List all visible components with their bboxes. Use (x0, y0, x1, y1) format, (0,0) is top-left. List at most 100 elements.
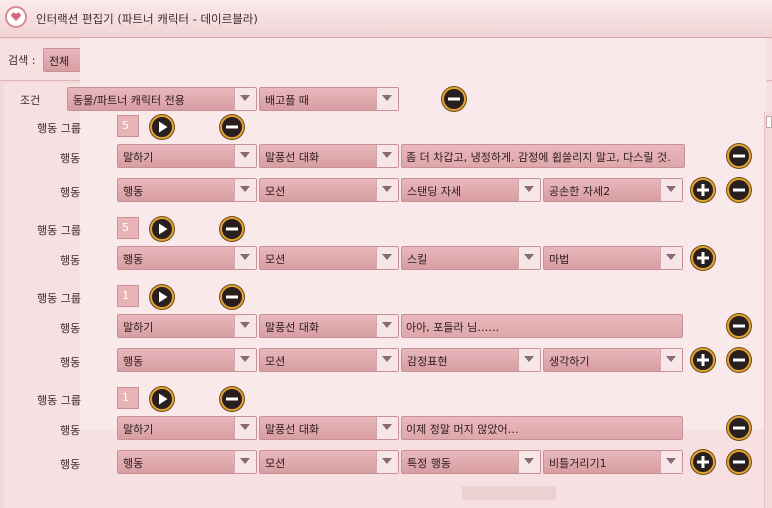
dialogue-text-field[interactable]: 좀 더 차갑고, 냉정하게. 감정에 휩쓸리지 말고, 다스릴 것. (401, 144, 685, 168)
group-count-value: 5 (122, 119, 129, 132)
action-kind-dropdown[interactable]: 말하기 (117, 416, 257, 440)
group-count-field[interactable]: 1 (117, 285, 139, 307)
chevron-down-icon[interactable] (376, 417, 398, 439)
action-label: 행동 (60, 356, 81, 369)
chevron-down-icon[interactable] (234, 349, 256, 371)
chevron-down-icon[interactable] (234, 451, 256, 473)
play-icon (159, 393, 168, 405)
minus-icon (733, 188, 745, 192)
remove-group-button[interactable] (220, 387, 244, 411)
action-sub-dropdown[interactable]: 모션 (259, 348, 399, 372)
motion-category-dropdown-value: 특정 행동 (407, 457, 451, 470)
dialogue-text-field[interactable]: 이제 정말 머지 않았어… (401, 416, 683, 440)
motion-detail-dropdown[interactable]: 생각하기 (543, 348, 683, 372)
chevron-down-icon[interactable] (376, 145, 398, 167)
plus-icon (697, 252, 709, 264)
window-title: 인터랙션 편집기 (파트너 캐릭터 - 데이르블라) (36, 12, 258, 26)
remove-condition-button[interactable] (442, 87, 466, 111)
add-action-button[interactable] (691, 450, 715, 474)
add-action-button[interactable] (691, 246, 715, 270)
action-label: 행동 (60, 322, 81, 335)
motion-detail-dropdown-value: 비틀거리기1 (549, 457, 607, 470)
action-sub-dropdown[interactable]: 모션 (259, 450, 399, 474)
action-group-label: 행동 그룹 (37, 292, 81, 305)
motion-detail-dropdown[interactable]: 공손한 자세2 (543, 178, 683, 202)
action-group-label: 행동 그룹 (37, 394, 81, 407)
motion-category-dropdown[interactable]: 감정표현 (401, 348, 541, 372)
remove-action-button[interactable] (727, 178, 751, 202)
action-sub-dropdown[interactable]: 모션 (259, 178, 399, 202)
chevron-down-icon[interactable] (376, 315, 398, 337)
action-kind-dropdown[interactable]: 말하기 (117, 314, 257, 338)
play-group-button[interactable] (150, 387, 174, 411)
vertical-scrollbar[interactable] (764, 112, 772, 508)
group-count-field[interactable]: 1 (117, 387, 139, 409)
condition-label: 조건 (20, 94, 41, 107)
action-sub-dropdown[interactable]: 말풍선 대화 (259, 144, 399, 168)
action-kind-dropdown[interactable]: 행동 (117, 246, 257, 270)
action-sub-dropdown-value: 모션 (265, 457, 286, 470)
action-kind-dropdown[interactable]: 행동 (117, 450, 257, 474)
chevron-down-icon[interactable] (518, 247, 540, 269)
chevron-down-icon[interactable] (660, 349, 682, 371)
action-kind-dropdown-value: 행동 (123, 355, 144, 368)
chevron-down-icon[interactable] (660, 247, 682, 269)
heart-search-icon (5, 6, 27, 28)
condition-value-dropdown[interactable]: 배고플 때 (259, 87, 399, 111)
action-kind-dropdown[interactable]: 말하기 (117, 144, 257, 168)
motion-category-dropdown[interactable]: 특정 행동 (401, 450, 541, 474)
action-label: 행동 (60, 424, 81, 437)
chevron-down-icon[interactable] (518, 349, 540, 371)
action-kind-dropdown-value: 행동 (123, 253, 144, 266)
motion-detail-dropdown[interactable]: 비틀거리기1 (543, 450, 683, 474)
chevron-down-icon[interactable] (234, 88, 256, 110)
action-kind-dropdown[interactable]: 행동 (117, 178, 257, 202)
remove-action-button[interactable] (727, 144, 751, 168)
remove-group-button[interactable] (220, 217, 244, 241)
play-group-button[interactable] (150, 217, 174, 241)
play-group-button[interactable] (150, 285, 174, 309)
remove-action-button[interactable] (727, 416, 751, 440)
chevron-down-icon[interactable] (234, 145, 256, 167)
action-label: 행동 (60, 254, 81, 267)
minus-icon (733, 460, 745, 464)
chevron-down-icon[interactable] (234, 315, 256, 337)
action-sub-dropdown[interactable]: 모션 (259, 246, 399, 270)
motion-detail-dropdown-value: 마법 (549, 253, 570, 266)
action-sub-dropdown[interactable]: 말풍선 대화 (259, 416, 399, 440)
add-action-button[interactable] (691, 348, 715, 372)
motion-category-dropdown[interactable]: 스킬 (401, 246, 541, 270)
chevron-down-icon[interactable] (518, 451, 540, 473)
motion-detail-dropdown[interactable]: 마법 (543, 246, 683, 270)
chevron-down-icon[interactable] (660, 179, 682, 201)
remove-group-button[interactable] (220, 285, 244, 309)
action-kind-dropdown[interactable]: 행동 (117, 348, 257, 372)
group-count-field[interactable]: 5 (117, 115, 139, 137)
group-count-field[interactable]: 5 (117, 217, 139, 239)
chevron-down-icon[interactable] (376, 88, 398, 110)
action-group-label: 행동 그룹 (37, 224, 81, 237)
chevron-down-icon[interactable] (376, 179, 398, 201)
chevron-down-icon[interactable] (234, 247, 256, 269)
action-sub-dropdown[interactable]: 말풍선 대화 (259, 314, 399, 338)
chevron-down-icon[interactable] (234, 179, 256, 201)
remove-group-button[interactable] (220, 115, 244, 139)
dialogue-text: 이제 정말 머지 않았어… (406, 423, 519, 436)
play-group-button[interactable] (150, 115, 174, 139)
remove-action-button[interactable] (727, 450, 751, 474)
action-sub-dropdown-value: 모션 (265, 355, 286, 368)
scroll-up-icon[interactable] (766, 116, 772, 128)
add-action-button[interactable] (691, 178, 715, 202)
chevron-down-icon[interactable] (234, 417, 256, 439)
action-sub-dropdown-value: 모션 (265, 185, 286, 198)
chevron-down-icon[interactable] (518, 179, 540, 201)
condition-type-dropdown[interactable]: 동물/파트너 캐릭터 전용 (67, 87, 257, 111)
motion-category-dropdown[interactable]: 스탠딩 자세 (401, 178, 541, 202)
chevron-down-icon[interactable] (376, 349, 398, 371)
chevron-down-icon[interactable] (660, 451, 682, 473)
remove-action-button[interactable] (727, 314, 751, 338)
remove-action-button[interactable] (727, 348, 751, 372)
chevron-down-icon[interactable] (376, 451, 398, 473)
chevron-down-icon[interactable] (376, 247, 398, 269)
dialogue-text-field[interactable]: 아아, 포들라 님…… (401, 314, 683, 338)
